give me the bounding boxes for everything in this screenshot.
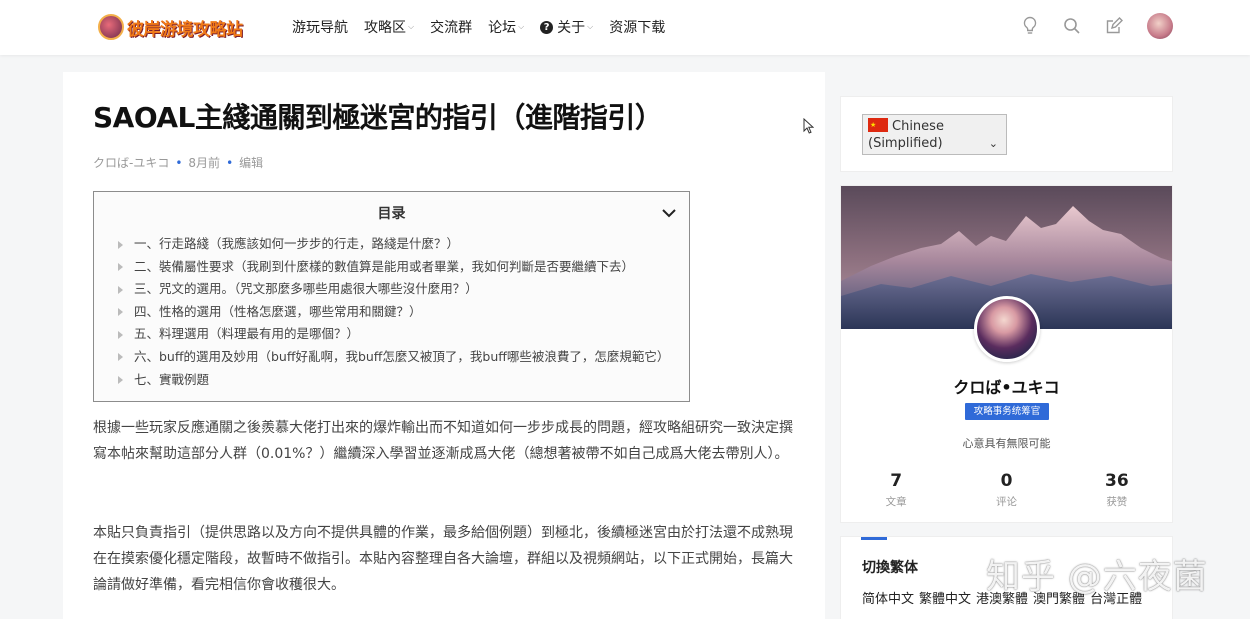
toc-item[interactable]: 一、行走路綫（我應該如何一步步的行走，路綫是什麼？） <box>118 233 669 256</box>
lightbulb-icon[interactable] <box>1020 15 1040 37</box>
author-card: クロば•ユキコ 攻略事务统筹官 心意具有無限可能 7 文章 0 评论 36 获赞 <box>840 185 1173 523</box>
site-logo-text: 彼岸游境攻略站 <box>127 19 243 40</box>
language-select[interactable]: Chinese (Simplified) ⌄ <box>862 114 1007 155</box>
top-navbar: 彼岸游境攻略站 游玩导航 攻略区 ⌵ 交流群 论坛 ⌵ ? 关于 ⌵ 资源下载 <box>0 0 1250 55</box>
chevron-down-icon: ⌵ <box>408 22 415 31</box>
chevron-down-icon: ⌵ <box>587 22 594 31</box>
table-of-contents: 目录 一、行走路綫（我應該如何一步步的行走，路綫是什麼？） 二、裝備屬性要求（我… <box>93 191 690 402</box>
author-name[interactable]: クロば•ユキコ <box>841 374 1172 398</box>
toc-item[interactable]: 五、料理選用（料理最有用的是哪個？） <box>118 323 669 346</box>
user-avatar[interactable] <box>1147 13 1173 39</box>
toc-item[interactable]: 三、咒文的選用。（咒文那麼多哪些用處很大哪些沒什麼用？） <box>118 278 669 301</box>
zhihu-watermark: 知乎 @六夜菌 <box>986 557 1208 597</box>
stat-likes[interactable]: 36 获赞 <box>1062 471 1172 509</box>
caret-right-icon <box>118 263 123 272</box>
help-icon: ? <box>540 20 554 34</box>
toc-item[interactable]: 四、性格的選用（性格怎麼選，哪些常用和關鍵？） <box>118 301 669 324</box>
article-card: SAOAL主綫通關到極迷宮的指引（進階指引） クロば-ユキコ • 8月前 • 编辑 目录… <box>63 72 825 619</box>
author-link[interactable]: クロば-ユキコ <box>93 156 169 170</box>
toc-item[interactable]: 七、實戰例題 <box>118 369 669 392</box>
stat-articles[interactable]: 7 文章 <box>841 471 951 509</box>
stat-comments[interactable]: 0 评论 <box>951 471 1061 509</box>
caret-right-icon <box>118 330 123 339</box>
option-simplified[interactable]: 简体中文 <box>862 592 914 607</box>
chevron-down-icon: ⌄ <box>988 137 998 150</box>
caret-right-icon <box>118 376 123 385</box>
caret-right-icon <box>118 308 123 317</box>
toc-list: 一、行走路綫（我應該如何一步步的行走，路綫是什麼？） 二、裝備屬性要求（我刷到什… <box>118 233 669 391</box>
edit-icon[interactable] <box>1104 15 1124 37</box>
switch-title: 切換繁体 <box>862 560 918 576</box>
article-title: SAOAL主綫通關到極迷宮的指引（進階指引） <box>93 101 663 134</box>
separator-dot: • <box>226 156 234 170</box>
nav-item-downloads[interactable]: 资源下载 <box>609 17 665 37</box>
header-actions <box>1020 15 1146 37</box>
nav-item-strategy[interactable]: 攻略区 ⌵ <box>364 17 414 37</box>
main-nav: 游玩导航 攻略区 ⌵ 交流群 论坛 ⌵ ? 关于 ⌵ 资源下载 <box>292 17 681 37</box>
title-accent-bar <box>861 537 887 540</box>
toc-title: 目录 <box>377 206 406 222</box>
toc-item[interactable]: 二、裝備屬性要求（我刷到什麼樣的數值算是能用或者畢業，我如何判斷是否要繼續下去） <box>118 256 669 279</box>
author-stats: 7 文章 0 评论 36 获赞 <box>841 471 1172 509</box>
author-avatar[interactable] <box>974 296 1040 362</box>
post-time: 8月前 <box>188 156 221 170</box>
author-role-badge: 攻略事务统筹官 <box>965 403 1049 420</box>
article-meta: クロば-ユキコ • 8月前 • 编辑 <box>93 154 263 171</box>
search-icon[interactable] <box>1062 15 1082 37</box>
caret-right-icon <box>118 285 123 294</box>
chevron-down-icon[interactable] <box>661 203 677 222</box>
toc-item[interactable]: 六、buff的選用及妙用（buff好亂啊，我buff怎麼又被頂了，我buff哪些… <box>118 346 669 369</box>
separator-dot: • <box>175 156 183 170</box>
site-logo[interactable]: 彼岸游境攻略站 <box>98 13 243 41</box>
author-bio: 心意具有無限可能 <box>962 437 1051 450</box>
option-traditional[interactable]: 繁體中文 <box>919 592 971 607</box>
caret-right-icon <box>118 353 123 362</box>
language-widget: Chinese (Simplified) ⌄ <box>840 96 1173 172</box>
nav-item-about[interactable]: ? 关于 ⌵ <box>540 17 593 37</box>
caret-right-icon <box>118 240 123 249</box>
china-flag-icon <box>868 117 888 134</box>
nav-item-guide[interactable]: 游玩导航 <box>292 17 348 37</box>
mouse-cursor-icon <box>803 117 815 138</box>
edit-link[interactable]: 编辑 <box>239 156 263 170</box>
nav-item-group[interactable]: 交流群 <box>430 17 472 37</box>
chevron-down-icon: ⌵ <box>518 22 525 31</box>
article-paragraph: 根據一些玩家反應通關之後羨慕大佬打出來的爆炸輸出而不知道如何一步步成長的問題，經… <box>93 420 793 462</box>
nav-item-forum[interactable]: 论坛 ⌵ <box>488 17 524 37</box>
article-paragraph: 本貼只負責指引（提供思路以及方向不提供具體的作業，最多給個例題）到極北，後續極迷… <box>93 525 793 593</box>
logo-emblem-icon <box>98 14 124 40</box>
